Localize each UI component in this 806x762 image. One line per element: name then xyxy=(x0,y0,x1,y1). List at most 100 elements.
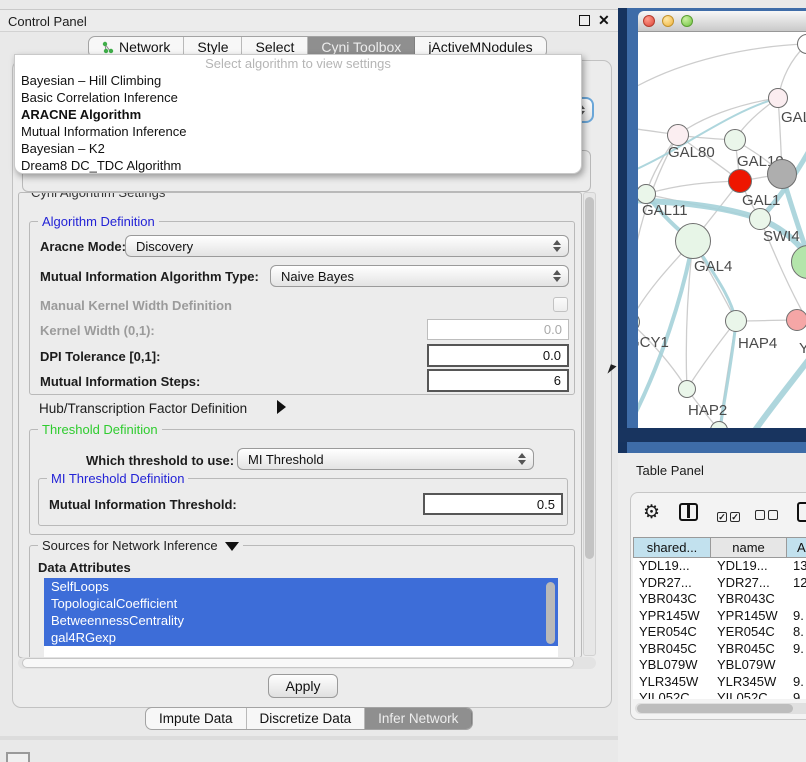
sources-title[interactable]: Sources for Network Inference xyxy=(42,538,218,553)
network-node-y[interactable] xyxy=(786,309,806,331)
table-row[interactable]: YDR27...YDR27...12 xyxy=(633,575,806,592)
table-row[interactable]: YIL052CYIL052C9. xyxy=(633,690,806,699)
table-cell[interactable]: 9. xyxy=(787,674,806,691)
algorithm-option[interactable]: Bayesian – Hill Climbing xyxy=(15,72,581,89)
table-cell[interactable]: YPR145W xyxy=(633,608,711,625)
attribute-list-item[interactable]: gal4RGexp xyxy=(44,629,558,646)
attribute-list-item[interactable]: SelfLoops xyxy=(44,578,558,595)
table-row[interactable]: YDL19...YDL19...13 xyxy=(633,558,806,575)
attributes-list-scrollbar[interactable] xyxy=(546,582,555,644)
column-header-next[interactable]: A xyxy=(787,537,806,558)
settings-vertical-scrollbar[interactable] xyxy=(583,192,596,656)
mi-steps-field[interactable]: 6 xyxy=(427,369,569,392)
settings-horizontal-scrollbar-thumb[interactable] xyxy=(22,658,574,668)
zoom-traffic-light[interactable] xyxy=(681,15,693,27)
table-cell[interactable] xyxy=(787,591,806,608)
settings-vertical-scrollbar-thumb[interactable] xyxy=(585,197,594,559)
table-row[interactable]: YER054CYER054C8. xyxy=(633,624,806,641)
network-node[interactable] xyxy=(767,159,797,189)
table-row[interactable]: YLR345WYLR345W9. xyxy=(633,674,806,691)
table-cell[interactable]: YDR27... xyxy=(633,575,711,592)
table-cell[interactable]: YBR043C xyxy=(711,591,787,608)
table-cell[interactable]: YDL19... xyxy=(711,558,787,575)
tab-impute-data[interactable]: Impute Data xyxy=(146,708,247,729)
table-cell[interactable]: YLR345W xyxy=(711,674,787,691)
close-window-icon[interactable]: ✕ xyxy=(598,12,610,29)
apply-button[interactable]: Apply xyxy=(268,674,338,698)
network-node-gal10[interactable] xyxy=(724,129,746,151)
aracne-mode-combo[interactable]: Discovery xyxy=(125,235,569,257)
table-row[interactable]: YPR145WYPR145W9. xyxy=(633,608,806,625)
network-node-label: HAP2 xyxy=(688,402,727,419)
gear-icon[interactable]: ⚙ xyxy=(643,501,660,524)
table-cell[interactable]: 12 xyxy=(787,575,806,592)
hub-definition-label[interactable]: Hub/Transcription Factor Definition xyxy=(39,401,247,416)
minimize-traffic-light[interactable] xyxy=(662,15,674,27)
settings-horizontal-scrollbar[interactable] xyxy=(18,657,596,669)
table-cell[interactable]: YDL19... xyxy=(633,558,711,575)
tab-discretize-data[interactable]: Discretize Data xyxy=(247,708,366,729)
table-cell[interactable]: YBL079W xyxy=(633,657,711,674)
table-cell[interactable]: YIL052C xyxy=(633,690,711,699)
table-cell[interactable]: 9. xyxy=(787,641,806,658)
table-cell[interactable]: YER054C xyxy=(711,624,787,641)
algorithm-option-selected[interactable]: ARACNE Algorithm xyxy=(15,106,581,123)
table-cell[interactable]: YLR345W xyxy=(633,674,711,691)
table-cell[interactable]: 9. xyxy=(787,608,806,625)
table-cell[interactable]: 13 xyxy=(787,558,806,575)
mi-threshold-field[interactable]: 0.5 xyxy=(423,493,563,515)
control-panel-titlebar[interactable]: Control Panel ✕ xyxy=(0,9,618,32)
table-row[interactable]: YBR045CYBR045C9. xyxy=(633,641,806,658)
sources-collapse-icon[interactable] xyxy=(225,542,239,551)
manual-kernel-checkbox[interactable] xyxy=(553,297,568,312)
column-header-shared-name[interactable]: shared... xyxy=(633,537,711,558)
table-cell[interactable]: YIL052C xyxy=(711,690,787,699)
network-node-hap2[interactable] xyxy=(678,380,696,398)
select-all-checks-icon[interactable]: ✓✓ xyxy=(717,507,740,525)
table-cell[interactable]: YPR145W xyxy=(711,608,787,625)
split-columns-icon[interactable] xyxy=(679,503,698,521)
network-node-gal1[interactable] xyxy=(728,169,752,193)
table-cell[interactable]: YBR045C xyxy=(711,641,787,658)
minimized-panel-icon[interactable] xyxy=(6,752,30,762)
dpi-tolerance-field[interactable]: 0.0 xyxy=(427,344,569,367)
algorithm-option[interactable]: Basic Correlation Inference xyxy=(15,89,581,106)
which-threshold-combo[interactable]: MI Threshold xyxy=(237,448,534,470)
network-node-swi4[interactable] xyxy=(749,208,771,230)
kernel-width-field[interactable]: 0.0 xyxy=(427,319,569,340)
attribute-list-item[interactable]: BetweennessCentrality xyxy=(44,612,558,629)
table-cell[interactable]: YER054C xyxy=(633,624,711,641)
table-row[interactable]: YBR043CYBR043C xyxy=(633,591,806,608)
table-cell[interactable]: YDR27... xyxy=(711,575,787,592)
table-cell[interactable]: 8. xyxy=(787,624,806,641)
table-cell[interactable]: YBR045C xyxy=(633,641,711,658)
table-header-row: shared... name A xyxy=(633,537,806,558)
hub-expand-icon[interactable] xyxy=(277,400,286,414)
table-horizontal-scrollbar[interactable] xyxy=(635,703,806,714)
network-node-gal4[interactable] xyxy=(675,223,711,259)
attribute-list-item[interactable]: TopologicalCoefficient xyxy=(44,595,558,612)
network-node-hap4[interactable] xyxy=(725,310,747,332)
table-cell[interactable]: 9. xyxy=(787,690,806,699)
table-row[interactable]: YBL079WYBL079W xyxy=(633,657,806,674)
table-cell[interactable] xyxy=(787,657,806,674)
algorithm-option[interactable]: Bayesian – K2 xyxy=(15,140,581,157)
column-header-name[interactable]: name xyxy=(711,537,787,558)
network-canvas[interactable]: GALGAL80GAL10GAL1GAL11SWI4GAL4GCY1HAP4YH… xyxy=(638,32,806,428)
network-window-titlebar[interactable] xyxy=(638,11,806,32)
network-node-gal[interactable] xyxy=(768,88,788,108)
float-window-icon[interactable] xyxy=(579,15,590,26)
table-cell[interactable]: YBL079W xyxy=(711,657,787,674)
table-cell[interactable]: YBR043C xyxy=(633,591,711,608)
new-table-icon[interactable] xyxy=(797,502,806,522)
network-node-gal80[interactable] xyxy=(667,124,689,146)
kernel-width-label: Kernel Width (0,1): xyxy=(40,323,155,338)
close-traffic-light[interactable] xyxy=(643,15,655,27)
algorithm-option[interactable]: Dream8 DC_TDC Algorithm xyxy=(15,157,581,174)
algorithm-option[interactable]: Mutual Information Inference xyxy=(15,123,581,140)
table-horizontal-scrollbar-thumb[interactable] xyxy=(637,704,793,713)
tab-infer-network[interactable]: Infer Network xyxy=(365,708,472,729)
mi-type-combo[interactable]: Naive Bayes xyxy=(270,265,569,287)
data-attributes-list[interactable]: SelfLoopsTopologicalCoefficientBetweenne… xyxy=(44,578,558,658)
clear-all-checks-icon[interactable] xyxy=(755,507,778,525)
